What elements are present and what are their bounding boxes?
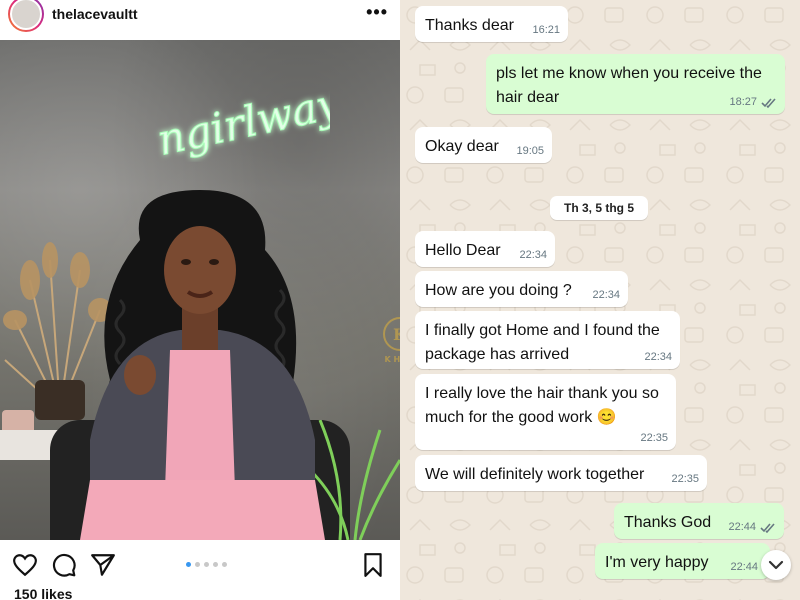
message-incoming[interactable]: Okay dear 19:05 bbox=[415, 127, 552, 163]
message-text: I really love the hair thank you so much… bbox=[425, 385, 659, 426]
neon-sign-text: ngirlway bbox=[153, 82, 330, 162]
message-text: Thanks dear bbox=[425, 17, 514, 34]
post-actions bbox=[0, 548, 400, 582]
post-header: thelacevaultt ••• bbox=[0, 0, 400, 40]
message-incoming[interactable]: How are you doing ? 22:34 bbox=[415, 271, 628, 307]
message-text: pls let me know when you receive the hai… bbox=[496, 65, 762, 106]
instagram-post: thelacevaultt ••• ngirlway K 150 likes bbox=[0, 0, 400, 600]
date-separator: Th 3, 5 thg 5 bbox=[550, 196, 648, 220]
message-time: 22:35 bbox=[671, 473, 699, 485]
message-incoming[interactable]: I finally got Home and I found the packa… bbox=[415, 311, 680, 369]
message-time: 22:44 bbox=[730, 561, 758, 573]
message-time: 22:34 bbox=[644, 351, 672, 363]
message-incoming[interactable]: Hello Dear 22:34 bbox=[415, 231, 555, 267]
message-text: How are you doing ? bbox=[425, 282, 572, 299]
message-time: 22:34 bbox=[519, 249, 547, 261]
scroll-down-button[interactable] bbox=[761, 550, 791, 580]
carousel-dot bbox=[204, 562, 209, 567]
message-text: Thanks God bbox=[624, 514, 712, 531]
message-time: 22:34 bbox=[592, 289, 620, 301]
likes-count[interactable]: 150 likes bbox=[14, 586, 72, 600]
message-text: Hello Dear bbox=[425, 242, 501, 259]
message-incoming[interactable]: We will definitely work together 22:35 bbox=[415, 455, 707, 491]
message-text: I'm very happy bbox=[605, 554, 709, 571]
message-outgoing[interactable]: pls let me know when you receive the hai… bbox=[486, 54, 785, 114]
svg-text:K: K bbox=[393, 325, 400, 344]
message-incoming[interactable]: Thanks dear 16:21 bbox=[415, 6, 568, 42]
model-photo bbox=[80, 190, 325, 540]
share-send-icon[interactable] bbox=[90, 552, 116, 578]
carousel-dot bbox=[195, 562, 200, 567]
read-ticks-icon bbox=[760, 523, 775, 534]
chevron-down-icon bbox=[768, 560, 784, 570]
message-time: 22:44 bbox=[728, 521, 756, 533]
like-heart-icon[interactable] bbox=[12, 552, 38, 578]
message-outgoing[interactable]: Thanks God 22:44 bbox=[614, 503, 784, 539]
read-ticks-icon bbox=[761, 98, 776, 109]
message-incoming[interactable]: I really love the hair thank you so much… bbox=[415, 374, 676, 450]
post-photo[interactable]: ngirlway K bbox=[0, 40, 400, 540]
watermark-text: K HAIR bbox=[384, 355, 400, 364]
message-time: 16:21 bbox=[532, 24, 560, 36]
carousel-dot bbox=[186, 562, 191, 567]
brand-watermark: K K HAIR bbox=[383, 317, 400, 364]
message-time: 19:05 bbox=[516, 145, 544, 157]
message-time: 18:27 bbox=[729, 96, 757, 108]
profile-avatar[interactable] bbox=[8, 0, 44, 32]
neon-sign: ngirlway bbox=[153, 82, 330, 162]
carousel-dot bbox=[222, 562, 227, 567]
message-text: We will definitely work together bbox=[425, 466, 645, 483]
carousel-dot bbox=[213, 562, 218, 567]
message-time: 22:35 bbox=[640, 432, 668, 444]
username[interactable]: thelacevaultt bbox=[52, 6, 138, 22]
carousel-indicator bbox=[186, 562, 227, 567]
more-horizontal-icon[interactable]: ••• bbox=[366, 2, 388, 23]
comment-icon[interactable] bbox=[51, 552, 77, 578]
bookmark-icon[interactable] bbox=[360, 552, 386, 578]
message-outgoing[interactable]: I'm very happy 22:44 bbox=[595, 543, 770, 579]
message-text: Okay dear bbox=[425, 138, 499, 155]
message-text: I finally got Home and I found the packa… bbox=[425, 322, 660, 363]
